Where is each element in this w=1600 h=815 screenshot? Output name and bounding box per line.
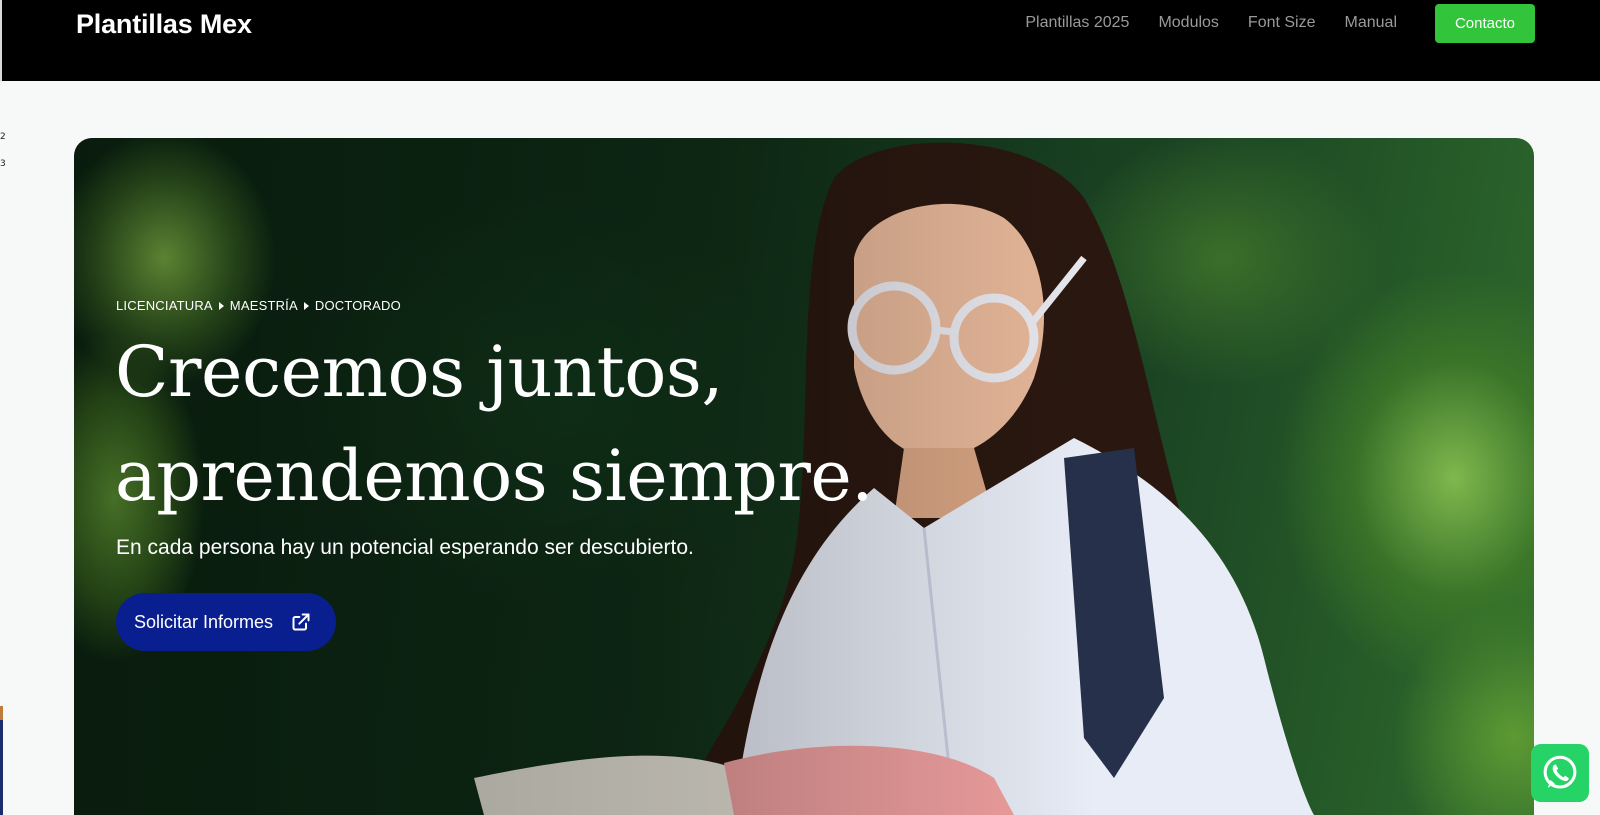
hero-subheadline: En cada persona hay un potencial esperan… (116, 536, 694, 559)
edge-mark: 3 (0, 159, 6, 169)
headline-line-1: Crecemos juntos, (115, 331, 724, 413)
nav-link-modulos[interactable]: Modulos (1158, 12, 1218, 34)
main-nav: Plantillas 2025 Modulos Font Size Manual (1025, 12, 1397, 34)
request-info-button[interactable]: Solicitar Informes (116, 593, 336, 651)
nav-link-plantillas-2025[interactable]: Plantillas 2025 (1025, 12, 1129, 34)
caret-right-icon (218, 302, 224, 310)
contact-button[interactable]: Contacto (1435, 4, 1535, 43)
left-edge-marks: 2 3 (0, 124, 6, 178)
external-link-icon (292, 613, 310, 631)
edge-mark: 2 (0, 132, 6, 142)
level-doctorado: DOCTORADO (314, 298, 401, 313)
nav-link-manual[interactable]: Manual (1345, 12, 1397, 34)
level-maestria: MAESTRÍA (229, 298, 298, 313)
whatsapp-icon (1543, 755, 1577, 789)
program-levels: LICENCIATURA MAESTRÍA DOCTORADO (116, 298, 401, 314)
headline-line-2: aprendemos siempre. (115, 435, 874, 517)
brand-logo[interactable]: Plantillas Mex (76, 6, 252, 42)
nav-link-font-size[interactable]: Font Size (1248, 12, 1316, 34)
hero-headline: Crecemos juntos, aprendemos siempre. (115, 320, 875, 528)
request-info-label: Solicitar Informes (134, 611, 274, 632)
top-navbar: Plantillas Mex Plantillas 2025 Modulos F… (0, 0, 1600, 81)
level-licenciatura: LICENCIATURA (116, 298, 213, 313)
caret-right-icon (303, 302, 309, 310)
whatsapp-button[interactable] (1531, 744, 1589, 802)
left-edge-accent (0, 706, 3, 815)
hero-banner: LICENCIATURA MAESTRÍA DOCTORADO Crecemos… (74, 138, 1534, 815)
